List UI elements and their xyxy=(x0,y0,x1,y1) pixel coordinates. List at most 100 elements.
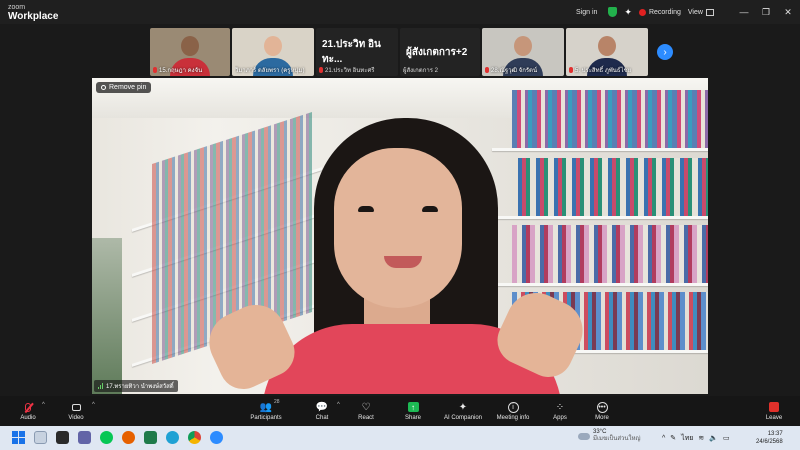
ai-sparkle-icon[interactable]: ✦ xyxy=(624,7,632,18)
leave-button[interactable]: Leave xyxy=(760,396,788,426)
ai-companion-button[interactable]: ✦ AI Companion xyxy=(440,396,486,426)
language-indicator[interactable]: ไทย xyxy=(681,433,693,444)
person-eye-right xyxy=(422,206,438,212)
zoom-taskbar-icon[interactable] xyxy=(210,431,223,444)
participant-thumbnail[interactable]: 28.ณัฐวุฒิ จักรัตน์ xyxy=(482,28,564,76)
recording-label: Recording xyxy=(648,8,681,16)
edge-icon[interactable] xyxy=(166,431,179,444)
participants-button[interactable]: 👥 Participants xyxy=(246,396,286,426)
more-button[interactable]: ••• More xyxy=(588,396,616,426)
participants-icon: 👥 xyxy=(259,401,273,413)
chat-button[interactable]: 💬 Chat xyxy=(308,396,336,426)
participants-count: 28 xyxy=(274,399,280,405)
chat-options-caret[interactable]: ^ xyxy=(337,402,340,408)
chrome-icon[interactable] xyxy=(188,431,201,444)
line-icon[interactable] xyxy=(100,431,113,444)
share-label: Share xyxy=(404,414,421,421)
view-button[interactable]: View xyxy=(688,8,714,16)
participant-thumbnail[interactable]: 5. ประสิทธิ์ ภูพันธ์ไชย xyxy=(566,28,648,76)
participants-label: Participants xyxy=(250,414,282,421)
participant-name-tag: 21.ประวิท อินทะศรี xyxy=(319,65,396,75)
zoom-logo: zoom Workplace xyxy=(8,3,59,22)
audio-button[interactable]: Audio xyxy=(14,396,42,426)
signal-strength-icon xyxy=(98,383,103,389)
participant-thumbnail[interactable]: 21.ประวิท อินทะ... 21.ประวิท อินทะศรี xyxy=(316,28,398,76)
excel-icon[interactable] xyxy=(144,431,157,444)
next-page-button[interactable]: › xyxy=(657,44,673,60)
audio-label: Audio xyxy=(20,414,36,421)
react-label: React xyxy=(358,414,374,421)
system-tray: ^ ✎ ไทย ≋ 🔈 ▭ xyxy=(662,426,730,450)
chat-label: Chat xyxy=(315,414,329,421)
main-participant-name-tag: 17.ทรายทิวา นำพงษ์สวัสดิ์ xyxy=(94,380,178,392)
apps-button[interactable]: ⁘ Apps xyxy=(546,396,574,426)
participant-thumbnail[interactable]: วิมาภาร์ ดลัยพรา (ครูหนุ่ม) xyxy=(232,28,314,76)
windows-start-icon[interactable] xyxy=(12,431,25,444)
weather-desc: มีเมฆเป็นส่วนใหญ่ xyxy=(593,436,641,442)
muted-mic-icon xyxy=(319,67,323,73)
participant-name-tag: 28.ณัฐวุฒิ จักรัตน์ xyxy=(485,65,562,75)
title-bar: zoom Workplace Sign in ✦ Recording View … xyxy=(0,0,800,24)
title-bar-actions: Sign in ✦ Recording View xyxy=(572,0,714,24)
chat-bubble-icon: 💬 xyxy=(315,401,329,413)
bookshelf xyxy=(492,216,708,219)
sign-in-button[interactable]: Sign in xyxy=(572,7,601,18)
muted-mic-icon xyxy=(153,67,157,73)
ai-sparkle-icon: ✦ xyxy=(458,401,468,413)
participant-face xyxy=(264,36,282,56)
weather-temp: 33°C xyxy=(593,429,607,435)
video-button[interactable]: Video xyxy=(62,396,90,426)
volume-icon[interactable]: 🔈 xyxy=(709,434,718,442)
tray-chevron-icon[interactable]: ^ xyxy=(662,435,665,442)
ai-companion-label: AI Companion xyxy=(443,414,483,421)
participant-name: 15.กฤษฎา คงจัน xyxy=(159,68,203,74)
security-shield-icon[interactable] xyxy=(608,7,618,17)
participant-thumbnail[interactable]: 15.กฤษฎา คงจัน xyxy=(150,28,230,76)
brand-line-2: Workplace xyxy=(8,11,59,22)
leave-icon xyxy=(768,402,780,413)
meeting-info-label: Meeting info xyxy=(496,414,530,421)
info-icon: i xyxy=(507,401,519,413)
close-button[interactable]: ✕ xyxy=(774,0,800,24)
clock-date: 24/6/2568 xyxy=(756,439,783,445)
muted-mic-icon xyxy=(569,67,573,73)
remove-pin-button[interactable]: Remove pin xyxy=(96,82,152,93)
mic-off-icon xyxy=(22,402,34,413)
task-view-icon[interactable] xyxy=(56,431,69,444)
search-icon[interactable] xyxy=(34,431,47,444)
participant-name-tag: วิมาภาร์ ดลัยพรา (ครูหนุ่ม) xyxy=(235,65,312,75)
clock-time: 13:37 xyxy=(767,431,783,437)
recording-indicator[interactable]: Recording xyxy=(638,8,681,16)
clock[interactable]: 13:37 24/6/2568 xyxy=(756,430,783,446)
os-taskbar: 33°C มีเมฆเป็นส่วนใหญ่ ^ ✎ ไทย ≋ 🔈 ▭ 13:… xyxy=(0,426,800,450)
teams-icon[interactable] xyxy=(78,431,91,444)
apps-icon: ⁘ xyxy=(555,401,565,413)
react-button[interactable]: ♡ React xyxy=(352,396,380,426)
audio-options-caret[interactable]: ^ xyxy=(42,402,45,408)
participant-name-tag: ผู้สังเกตการ 2 xyxy=(403,65,478,75)
video-label: Video xyxy=(68,414,84,421)
heart-icon: ♡ xyxy=(361,401,371,413)
bookshelf xyxy=(492,283,708,286)
wifi-icon[interactable]: ≋ xyxy=(698,434,704,442)
video-options-caret[interactable]: ^ xyxy=(92,402,95,408)
participant-name: 21.ประวิท อินทะศรี xyxy=(325,68,375,74)
firefox-icon[interactable] xyxy=(122,431,135,444)
participant-name-tag: 5. ประสิทธิ์ ภูพันธ์ไชย xyxy=(569,65,646,75)
main-video[interactable]: Remove pin 17.ทรายทิวา นำพงษ์สวัสดิ์ xyxy=(92,78,708,394)
recording-dot-icon xyxy=(638,8,646,16)
pen-icon[interactable]: ✎ xyxy=(670,434,676,442)
participant-thumbnail[interactable]: ผู้สังเกตการ+2 ผู้สังเกตการ 2 xyxy=(400,28,480,76)
remove-pin-label: Remove pin xyxy=(109,84,147,91)
battery-icon[interactable]: ▭ xyxy=(723,434,730,442)
zoom-window: zoom Workplace Sign in ✦ Recording View … xyxy=(0,0,800,450)
meeting-info-button[interactable]: i Meeting info xyxy=(492,396,534,426)
share-button[interactable]: ↑ Share xyxy=(399,396,427,426)
weather-widget[interactable]: 33°C มีเมฆเป็นส่วนใหญ่ xyxy=(578,429,641,443)
main-participant-name: 17.ทรายทิวา นำพงษ์สวัสดิ์ xyxy=(106,384,174,390)
participant-name: 28.ณัฐวุฒิ จักรัตน์ xyxy=(491,68,538,74)
books-right-low xyxy=(512,225,708,283)
participant-name-tag: 15.กฤษฎา คงจัน xyxy=(153,65,228,75)
participant-name: 5. ประสิทธิ์ ภูพันธ์ไชย xyxy=(575,68,632,74)
participant-name: วิมาภาร์ ดลัยพรา (ครูหนุ่ม) xyxy=(235,68,305,74)
